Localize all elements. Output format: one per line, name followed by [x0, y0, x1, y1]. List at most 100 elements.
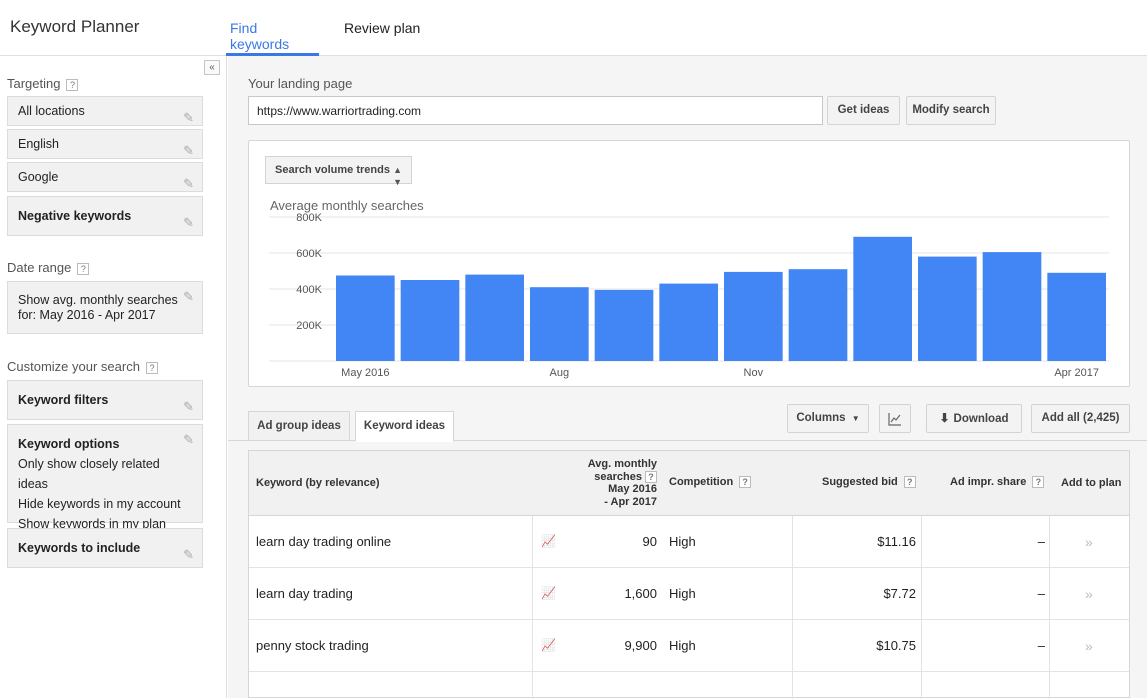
get-ideas-button[interactable]: Get ideas	[827, 96, 900, 125]
sidebar-item-keywords-to-include[interactable]: Keywords to include ✎	[7, 528, 203, 568]
keyword-option-line: Only show closely related ideas	[18, 457, 160, 491]
tab-find-keywords[interactable]: Find keywords	[226, 20, 319, 56]
impr-share-cell: –	[1037, 586, 1045, 601]
header-avg-line: searches	[594, 470, 642, 483]
bar	[853, 236, 912, 361]
searches-cell: 1,600	[624, 586, 657, 601]
header-competition-label: Competition	[669, 476, 734, 488]
bar	[1047, 272, 1106, 361]
add-all-button[interactable]: Add all (2,425)	[1031, 404, 1130, 433]
x-tick-label: Nov	[744, 367, 764, 379]
add-to-plan-icon[interactable]: »	[1085, 534, 1093, 550]
pencil-icon: ✎	[183, 432, 194, 447]
main-panel: Your landing page Get ideas Modify searc…	[228, 56, 1147, 699]
bar-chart: 200K 400K 600K 800K May 2016 Aug Nov Apr 2017	[269, 212, 1109, 379]
header-bid-label: Suggested bid	[822, 476, 898, 488]
help-icon[interactable]: ?	[645, 470, 657, 483]
network-label: Google	[18, 170, 59, 184]
header-avg-monthly-searches[interactable]: Avg. monthly searches? May 2016 - Apr 20…	[569, 458, 657, 508]
header-add-to-plan: Add to plan	[1061, 477, 1122, 489]
x-tick-label: Apr 2017	[1054, 367, 1099, 379]
sidebar-item-network[interactable]: Google ✎	[7, 162, 203, 192]
keyword-table: Keyword (by relevance) Avg. monthly sear…	[248, 450, 1130, 699]
pencil-icon: ✎	[183, 399, 194, 414]
header-avg-line: - Apr 2017	[604, 495, 657, 508]
download-button[interactable]: ⬇ Download	[926, 404, 1022, 433]
bar	[594, 289, 654, 361]
modify-search-button[interactable]: Modify search	[906, 96, 996, 125]
locations-label: All locations	[18, 104, 85, 118]
landing-page-label: Your landing page	[248, 76, 353, 91]
bar	[400, 280, 460, 361]
searches-cell: 9,900	[624, 638, 657, 653]
sidebar-item-language[interactable]: English ✎	[7, 129, 203, 159]
header-ad-impr-share[interactable]: Ad impr. share?	[950, 476, 1045, 489]
tab-keyword-ideas[interactable]: Keyword ideas	[355, 411, 454, 442]
table-header: Keyword (by relevance) Avg. monthly sear…	[249, 451, 1129, 516]
collapse-sidebar-button[interactable]: «	[204, 60, 220, 75]
keyword-option-line: Hide keywords in my account	[18, 497, 181, 511]
sidebar-item-negative-keywords[interactable]: Negative keywords ✎	[7, 196, 203, 236]
negative-keywords-label: Negative keywords	[18, 209, 132, 223]
header-impr-label: Ad impr. share	[950, 476, 1027, 488]
table-row: learn day trading online 📈 90 High $11.1…	[249, 516, 1129, 568]
competition-cell: High	[669, 638, 696, 653]
sidebar-item-locations[interactable]: All locations ✎	[7, 96, 203, 126]
trend-chart-icon[interactable]: 📈	[541, 534, 556, 548]
tab-review-plan[interactable]: Review plan	[344, 20, 420, 56]
targeting-label: Targeting?	[7, 76, 79, 91]
columns-button[interactable]: Columns ▼	[787, 404, 869, 433]
y-tick-label: 400K	[296, 284, 322, 296]
sidebar-item-keyword-options[interactable]: Keyword options Only show closely relate…	[7, 424, 203, 531]
keyword-filters-label: Keyword filters	[18, 393, 109, 407]
y-tick-label: 600K	[296, 248, 322, 260]
trend-chart-icon[interactable]: 📈	[541, 638, 556, 652]
header-avg-line: May 2016	[608, 483, 657, 495]
header-keyword[interactable]: Keyword (by relevance)	[256, 477, 380, 489]
header-avg-line: Avg. monthly	[587, 458, 657, 470]
customize-label-text: Customize your search	[7, 359, 140, 374]
header-competition[interactable]: Competition?	[669, 476, 752, 489]
add-to-plan-icon[interactable]: »	[1085, 586, 1093, 602]
help-icon[interactable]: ?	[145, 361, 158, 374]
y-tick-label: 800K	[296, 212, 322, 224]
x-tick-label: May 2016	[341, 367, 389, 379]
keyword-cell: penny stock trading	[256, 638, 369, 653]
keyword-options-title: Keyword options	[18, 437, 120, 451]
table-row: penny stock trading 📈 9,900 High $10.75 …	[249, 620, 1129, 672]
competition-cell: High	[669, 586, 696, 601]
bid-cell: $7.72	[883, 586, 916, 601]
trend-chart-icon[interactable]: 📈	[541, 586, 556, 600]
y-tick-label: 200K	[296, 320, 322, 332]
top-bar: Keyword Planner Find keywords Review pla…	[0, 0, 1147, 56]
bar	[982, 252, 1042, 361]
customize-label: Customize your search?	[7, 359, 158, 374]
bar	[788, 269, 848, 361]
help-icon[interactable]: ?	[66, 78, 79, 91]
x-tick-label: Aug	[550, 367, 570, 379]
keyword-cell: learn day trading online	[256, 534, 392, 549]
help-icon[interactable]: ?	[903, 476, 916, 489]
table-row: learn day trading 📈 1,600 High $7.72 – »	[249, 568, 1129, 620]
line-chart-icon	[888, 413, 901, 426]
date-range-value-line2: for: May 2016 - Apr 2017	[18, 308, 156, 322]
help-icon[interactable]: ?	[1032, 476, 1045, 489]
pencil-icon: ✎	[183, 289, 194, 304]
help-icon[interactable]: ?	[739, 476, 752, 489]
pencil-icon: ✎	[183, 215, 194, 230]
line-chart-icon[interactable]	[879, 404, 911, 433]
sidebar-item-date-range[interactable]: Show avg. monthly searches for: May 2016…	[7, 281, 203, 334]
header-suggested-bid[interactable]: Suggested bid?	[822, 476, 916, 489]
add-to-plan-icon[interactable]: »	[1085, 638, 1093, 654]
columns-label: Columns	[796, 412, 846, 424]
pencil-icon: ✎	[183, 547, 194, 562]
keyword-cell: learn day trading	[256, 586, 353, 601]
help-icon[interactable]: ?	[77, 262, 90, 275]
download-icon: ⬇	[939, 411, 950, 425]
bar	[724, 271, 783, 361]
pencil-icon: ✎	[183, 143, 194, 158]
chart-panel: Search volume trends ▲ ▼ Average monthly …	[248, 140, 1130, 387]
landing-url-input[interactable]	[248, 96, 823, 125]
sidebar-item-keyword-filters[interactable]: Keyword filters ✎	[7, 380, 203, 420]
tab-ad-group-ideas[interactable]: Ad group ideas	[248, 411, 350, 441]
